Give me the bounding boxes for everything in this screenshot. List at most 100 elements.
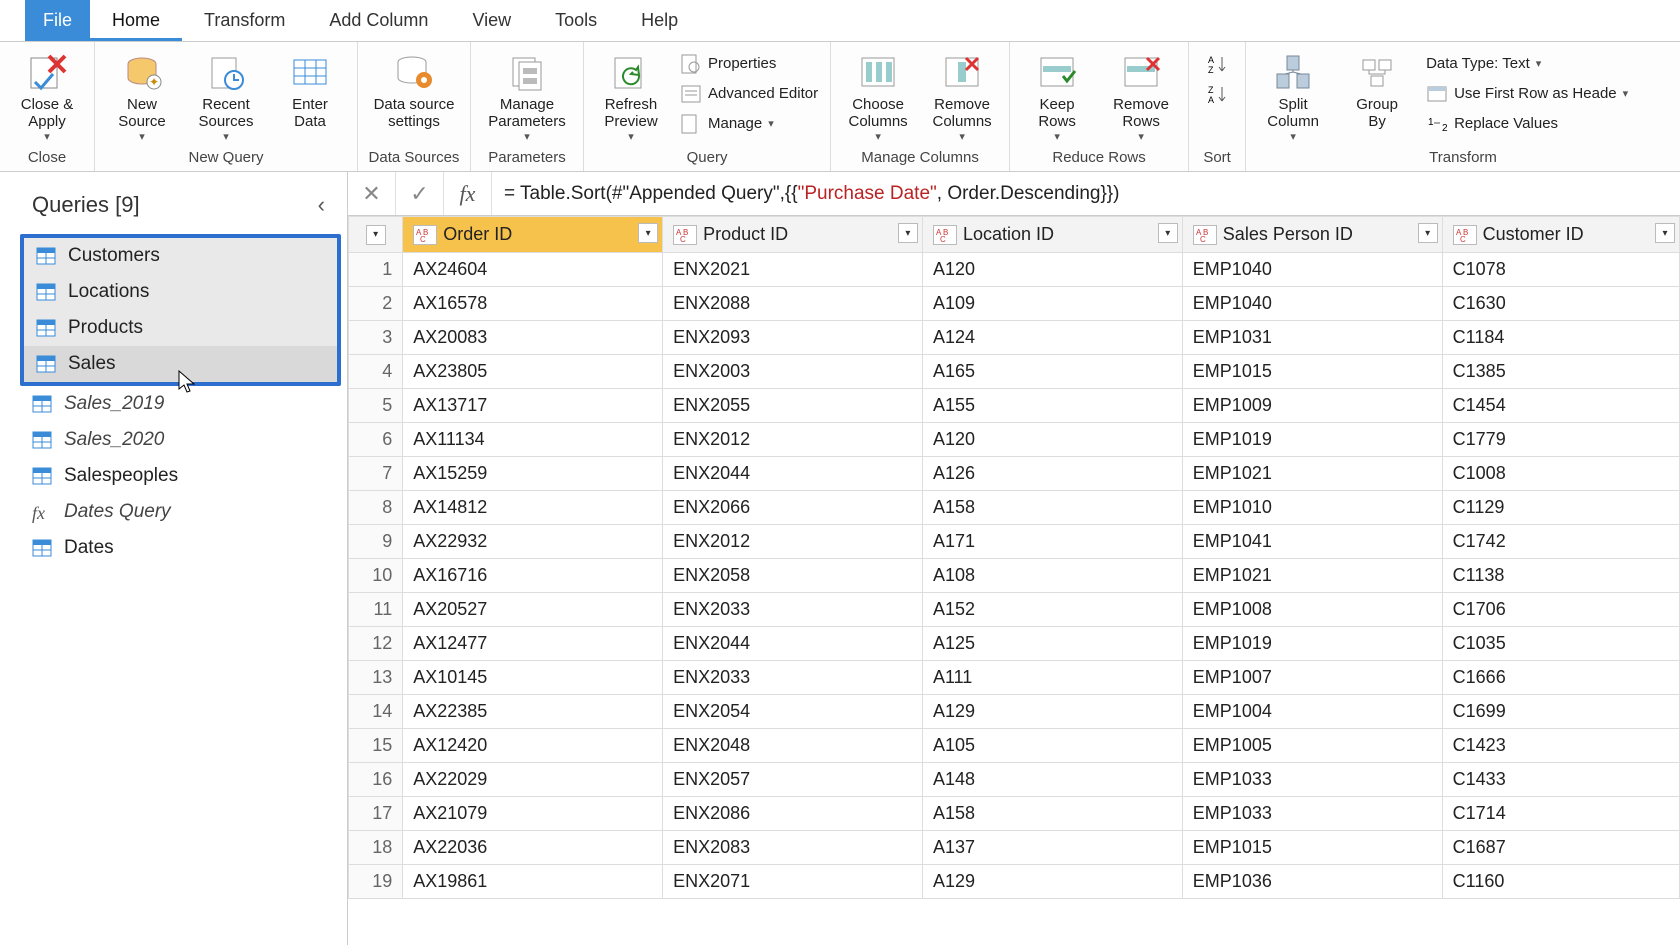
table-row[interactable]: 5AX13717ENX2055A155EMP1009C1454 xyxy=(349,389,1680,423)
cell[interactable]: AX22932 xyxy=(403,525,663,559)
row-number[interactable]: 19 xyxy=(349,865,403,899)
cell[interactable]: AX15259 xyxy=(403,457,663,491)
cell[interactable]: ENX2012 xyxy=(663,423,923,457)
row-number[interactable]: 1 xyxy=(349,253,403,287)
cell[interactable]: C1687 xyxy=(1442,831,1679,865)
cell[interactable]: A171 xyxy=(922,525,1182,559)
datatype-text-icon[interactable]: ABC xyxy=(933,225,957,245)
cell[interactable]: EMP1040 xyxy=(1182,253,1442,287)
cell[interactable]: AX19861 xyxy=(403,865,663,899)
cell[interactable]: ENX2093 xyxy=(663,321,923,355)
split-column-button[interactable]: Split Column xyxy=(1254,50,1332,143)
cell[interactable]: A165 xyxy=(922,355,1182,389)
column-header-order-id[interactable]: ABCOrder ID▾ xyxy=(403,217,663,253)
table-row[interactable]: 19AX19861ENX2071A129EMP1036C1160 xyxy=(349,865,1680,899)
cell[interactable]: AX20527 xyxy=(403,593,663,627)
cell[interactable]: AX14812 xyxy=(403,491,663,525)
cell[interactable]: A129 xyxy=(922,865,1182,899)
cell[interactable]: EMP1019 xyxy=(1182,423,1442,457)
cell[interactable]: A158 xyxy=(922,797,1182,831)
row-number[interactable]: 6 xyxy=(349,423,403,457)
cell[interactable]: A124 xyxy=(922,321,1182,355)
cell[interactable]: AX13717 xyxy=(403,389,663,423)
column-filter-icon[interactable]: ▾ xyxy=(1158,223,1178,243)
cell[interactable]: ENX2021 xyxy=(663,253,923,287)
row-number[interactable]: 18 xyxy=(349,831,403,865)
sidebar-item-dates[interactable]: Dates xyxy=(20,530,341,566)
row-number[interactable]: 8 xyxy=(349,491,403,525)
group-by-button[interactable]: Group By xyxy=(1338,50,1416,131)
table-row[interactable]: 17AX21079ENX2086A158EMP1033C1714 xyxy=(349,797,1680,831)
row-number[interactable]: 12 xyxy=(349,627,403,661)
cell[interactable]: C1160 xyxy=(1442,865,1679,899)
menu-home[interactable]: Home xyxy=(90,0,182,41)
cell[interactable]: C1454 xyxy=(1442,389,1679,423)
table-row[interactable]: 3AX20083ENX2093A124EMP1031C1184 xyxy=(349,321,1680,355)
sidebar-item-products[interactable]: Products xyxy=(24,310,337,346)
cell[interactable]: A137 xyxy=(922,831,1182,865)
row-number[interactable]: 17 xyxy=(349,797,403,831)
collapse-queries-icon[interactable]: ‹ xyxy=(318,192,339,218)
cell[interactable]: ENX2003 xyxy=(663,355,923,389)
keep-rows-button[interactable]: Keep Rows xyxy=(1018,50,1096,143)
column-filter-icon[interactable]: ▾ xyxy=(638,223,658,243)
properties-button[interactable]: Properties xyxy=(676,50,822,78)
sort-asc-button[interactable]: AZ xyxy=(1197,50,1237,78)
cell[interactable]: AX22385 xyxy=(403,695,663,729)
cell[interactable]: EMP1033 xyxy=(1182,797,1442,831)
cell[interactable]: AX23805 xyxy=(403,355,663,389)
remove-rows-button[interactable]: Remove Rows xyxy=(1102,50,1180,143)
cell[interactable]: C1008 xyxy=(1442,457,1679,491)
menu-view[interactable]: View xyxy=(450,0,533,41)
cell[interactable]: A120 xyxy=(922,253,1182,287)
row-number[interactable]: 7 xyxy=(349,457,403,491)
formula-commit-button[interactable]: ✓ xyxy=(396,172,444,215)
cell[interactable]: ENX2044 xyxy=(663,627,923,661)
cell[interactable]: C1129 xyxy=(1442,491,1679,525)
table-row[interactable]: 14AX22385ENX2054A129EMP1004C1699 xyxy=(349,695,1680,729)
cell[interactable]: AX16716 xyxy=(403,559,663,593)
sidebar-item-locations[interactable]: Locations xyxy=(24,274,337,310)
table-row[interactable]: 8AX14812ENX2066A158EMP1010C1129 xyxy=(349,491,1680,525)
cell[interactable]: EMP1031 xyxy=(1182,321,1442,355)
cell[interactable]: AX12420 xyxy=(403,729,663,763)
cell[interactable]: ENX2066 xyxy=(663,491,923,525)
table-row[interactable]: 9AX22932ENX2012A171EMP1041C1742 xyxy=(349,525,1680,559)
grid-corner-menu-icon[interactable]: ▾ xyxy=(366,225,386,245)
sidebar-item-sales_2019[interactable]: Sales_2019 xyxy=(20,386,341,422)
cell[interactable]: C1714 xyxy=(1442,797,1679,831)
cell[interactable]: A126 xyxy=(922,457,1182,491)
cell[interactable]: EMP1005 xyxy=(1182,729,1442,763)
choose-columns-button[interactable]: Choose Columns xyxy=(839,50,917,143)
formula-input[interactable]: = Table.Sort(#"Appended Query",{{"Purcha… xyxy=(492,182,1680,205)
cell[interactable]: C1035 xyxy=(1442,627,1679,661)
table-row[interactable]: 7AX15259ENX2044A126EMP1021C1008 xyxy=(349,457,1680,491)
cell[interactable]: AX22036 xyxy=(403,831,663,865)
cell[interactable]: ENX2071 xyxy=(663,865,923,899)
cell[interactable]: EMP1021 xyxy=(1182,457,1442,491)
sort-desc-button[interactable]: ZA xyxy=(1197,80,1237,108)
sidebar-item-salespeoples[interactable]: Salespeoples xyxy=(20,458,341,494)
datatype-text-icon[interactable]: ABC xyxy=(1193,225,1217,245)
cell[interactable]: A105 xyxy=(922,729,1182,763)
column-header-sales-person-id[interactable]: ABCSales Person ID▾ xyxy=(1182,217,1442,253)
replace-values-button[interactable]: 12 Replace Values xyxy=(1422,110,1632,138)
cell[interactable]: AX12477 xyxy=(403,627,663,661)
cell[interactable]: C1699 xyxy=(1442,695,1679,729)
cell[interactable]: AX20083 xyxy=(403,321,663,355)
row-number[interactable]: 5 xyxy=(349,389,403,423)
cell[interactable]: ENX2044 xyxy=(663,457,923,491)
cell[interactable]: EMP1009 xyxy=(1182,389,1442,423)
cell[interactable]: EMP1015 xyxy=(1182,355,1442,389)
sidebar-item-sales[interactable]: Sales xyxy=(24,346,337,382)
table-row[interactable]: 1AX24604ENX2021A120EMP1040C1078 xyxy=(349,253,1680,287)
cell[interactable]: ENX2083 xyxy=(663,831,923,865)
cell[interactable]: AX16578 xyxy=(403,287,663,321)
cell[interactable]: EMP1015 xyxy=(1182,831,1442,865)
row-number[interactable]: 4 xyxy=(349,355,403,389)
column-header-product-id[interactable]: ABCProduct ID▾ xyxy=(663,217,923,253)
row-number[interactable]: 13 xyxy=(349,661,403,695)
cell[interactable]: A109 xyxy=(922,287,1182,321)
cell[interactable]: A111 xyxy=(922,661,1182,695)
menu-help[interactable]: Help xyxy=(619,0,700,41)
